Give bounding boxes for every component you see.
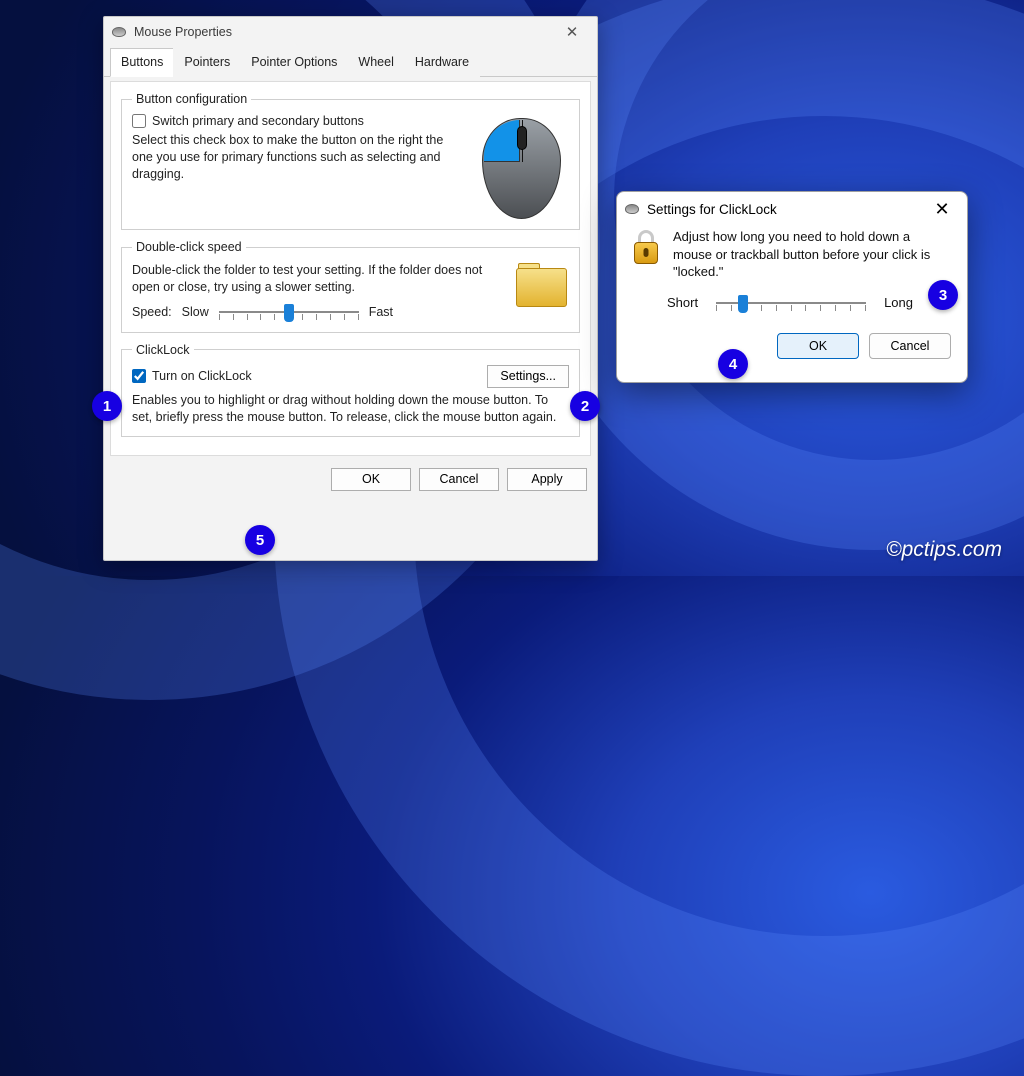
close-icon[interactable]: ✕ bbox=[555, 23, 589, 41]
watermark-text: ©pctips.com bbox=[886, 538, 1002, 562]
short-label: Short bbox=[667, 295, 698, 310]
clicklock-label: Turn on ClickLock bbox=[152, 369, 252, 383]
clicklock-input[interactable] bbox=[132, 369, 146, 383]
mouse-icon bbox=[625, 204, 639, 214]
annotation-marker-4: 4 bbox=[718, 349, 748, 379]
fast-label: Fast bbox=[369, 305, 393, 319]
dialog-buttons: OK Cancel bbox=[617, 325, 967, 371]
switch-buttons-checkbox[interactable]: Switch primary and secondary buttons bbox=[132, 114, 464, 128]
window-title: Settings for ClickLock bbox=[647, 202, 925, 217]
clicklock-description: Enables you to highlight or drag without… bbox=[132, 392, 569, 426]
group-clicklock: ClickLock Turn on ClickLock Settings... … bbox=[121, 343, 580, 437]
titlebar[interactable]: Settings for ClickLock ✕ bbox=[617, 192, 967, 226]
group-legend: Double-click speed bbox=[132, 240, 246, 254]
tab-buttons[interactable]: Buttons bbox=[110, 48, 174, 77]
tab-strip: Buttons Pointers Pointer Options Wheel H… bbox=[104, 47, 597, 77]
slider-thumb[interactable] bbox=[738, 295, 748, 313]
slider-thumb[interactable] bbox=[284, 304, 294, 322]
annotation-marker-2: 2 bbox=[570, 391, 600, 421]
clicklock-duration-slider[interactable] bbox=[716, 293, 866, 313]
switch-buttons-description: Select this check box to make the button… bbox=[132, 132, 464, 183]
tab-pointer-options[interactable]: Pointer Options bbox=[240, 48, 348, 77]
clicklock-settings-description: Adjust how long you need to hold down a … bbox=[673, 228, 949, 281]
speed-label: Speed: bbox=[132, 305, 172, 319]
mouse-illustration bbox=[474, 114, 569, 219]
cancel-button[interactable]: Cancel bbox=[869, 333, 951, 359]
close-icon[interactable]: ✕ bbox=[925, 199, 959, 220]
clicklock-checkbox[interactable]: Turn on ClickLock bbox=[132, 369, 252, 383]
dialog-buttons: OK Cancel Apply bbox=[104, 462, 597, 495]
tab-body-buttons: Button configuration Switch primary and … bbox=[110, 81, 591, 456]
ok-button[interactable]: OK bbox=[331, 468, 411, 491]
switch-buttons-label: Switch primary and secondary buttons bbox=[152, 114, 364, 128]
tab-wheel[interactable]: Wheel bbox=[347, 48, 404, 77]
clicklock-settings-window: Settings for ClickLock ✕ Adjust how long… bbox=[616, 191, 968, 383]
cancel-button[interactable]: Cancel bbox=[419, 468, 499, 491]
folder-test-icon[interactable] bbox=[514, 262, 569, 307]
annotation-marker-3: 3 bbox=[928, 280, 958, 310]
annotation-marker-5: 5 bbox=[245, 525, 275, 555]
mouse-properties-window: Mouse Properties ✕ Buttons Pointers Poin… bbox=[103, 16, 598, 561]
ok-button[interactable]: OK bbox=[777, 333, 859, 359]
lock-icon bbox=[631, 230, 661, 264]
group-button-configuration: Button configuration Switch primary and … bbox=[121, 92, 580, 230]
group-legend: ClickLock bbox=[132, 343, 194, 357]
long-label: Long bbox=[884, 295, 913, 310]
slow-label: Slow bbox=[182, 305, 209, 319]
switch-buttons-input[interactable] bbox=[132, 114, 146, 128]
annotation-marker-1: 1 bbox=[92, 391, 122, 421]
mouse-icon bbox=[112, 27, 126, 37]
apply-button[interactable]: Apply bbox=[507, 468, 587, 491]
titlebar[interactable]: Mouse Properties ✕ bbox=[104, 17, 597, 47]
tab-hardware[interactable]: Hardware bbox=[404, 48, 480, 77]
dblclick-speed-slider[interactable] bbox=[219, 302, 359, 322]
clicklock-settings-button[interactable]: Settings... bbox=[487, 365, 569, 388]
tab-pointers[interactable]: Pointers bbox=[173, 48, 241, 77]
group-legend: Button configuration bbox=[132, 92, 251, 106]
window-title: Mouse Properties bbox=[134, 25, 555, 39]
dblclick-description: Double-click the folder to test your set… bbox=[132, 262, 504, 296]
group-double-click-speed: Double-click speed Double-click the fold… bbox=[121, 240, 580, 333]
